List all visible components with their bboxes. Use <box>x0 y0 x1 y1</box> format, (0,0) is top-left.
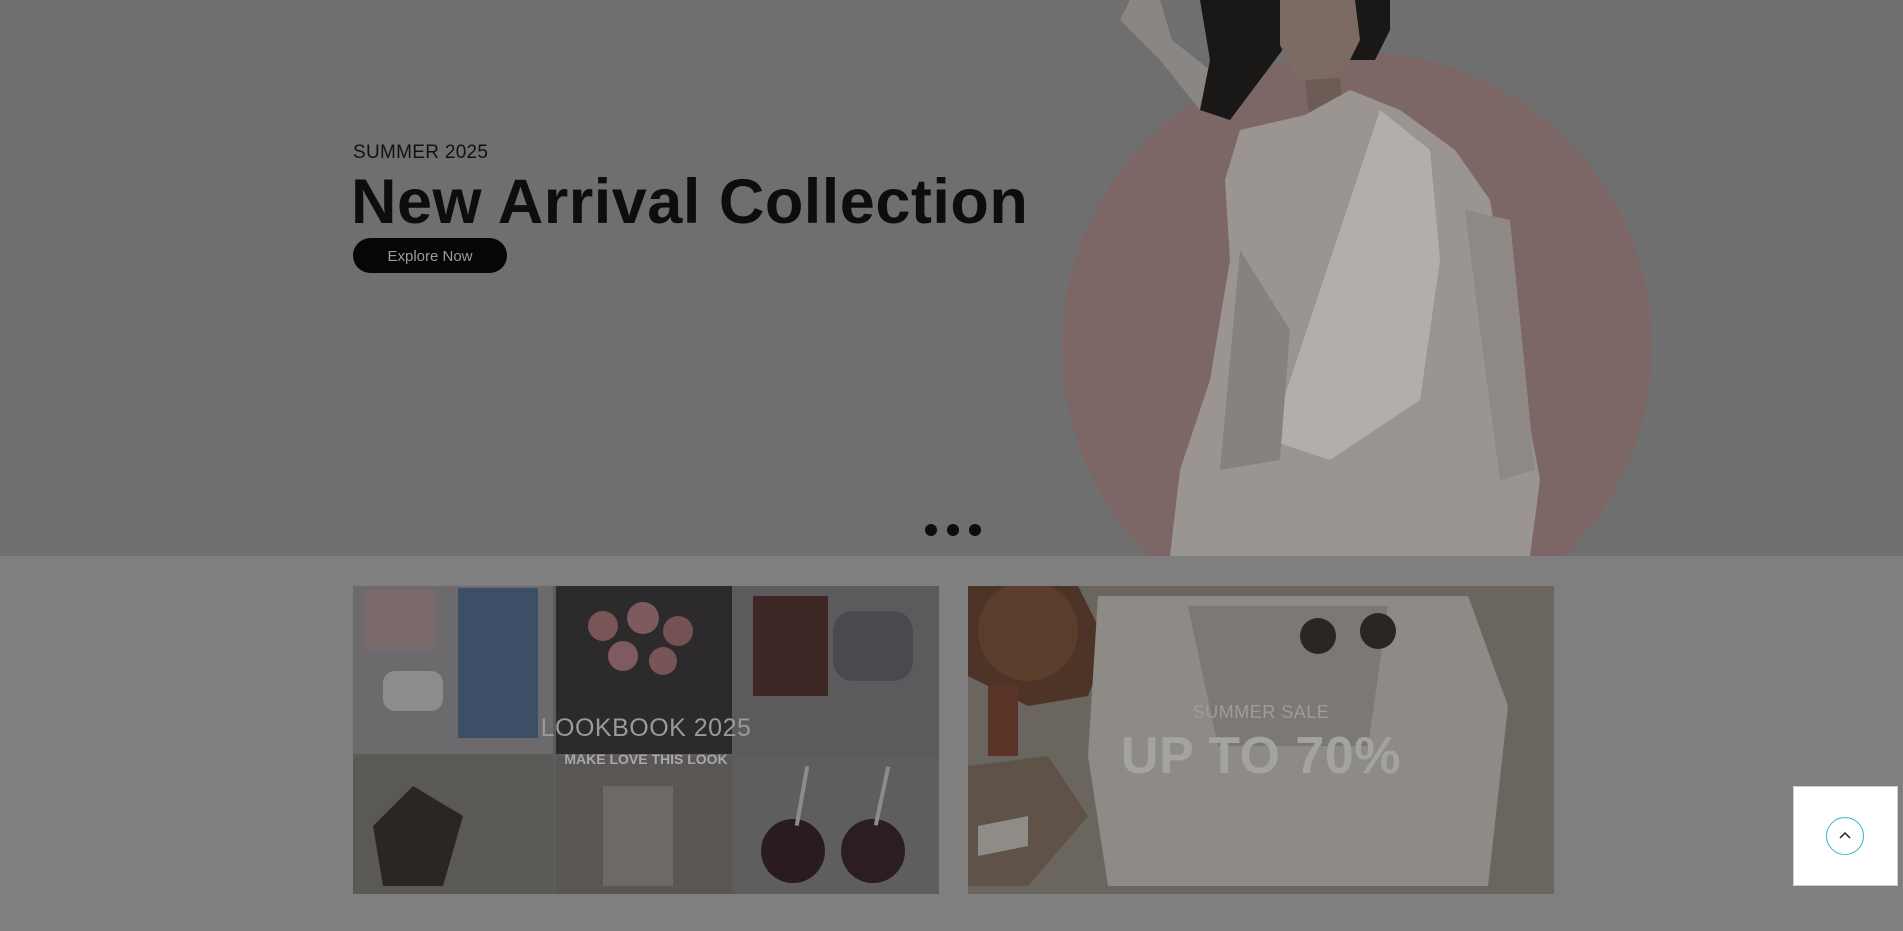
slider-dot-3[interactable] <box>969 524 981 536</box>
slider-pagination <box>925 524 981 536</box>
summer-sale-title: UP TO 70% <box>1120 727 1402 785</box>
chevron-up-icon <box>1839 831 1851 839</box>
hero-model-image <box>1120 0 1540 556</box>
lookbook-banner[interactable]: LOOKBOOK 2025 MAKE LOVE THIS LOOK <box>353 586 939 894</box>
scroll-to-top-button[interactable] <box>1826 817 1864 855</box>
slider-dot-2[interactable] <box>947 524 959 536</box>
summer-sale-subtitle: SUMMER SALE <box>1192 702 1330 722</box>
hero-subtitle: SUMMER 2025 <box>353 142 489 163</box>
summer-sale-banner[interactable]: SUMMER SALE UP TO 70% <box>968 586 1554 894</box>
hero-slider: SUMMER 2025 New Arrival Collection Explo… <box>0 0 1903 556</box>
lookbook-subtitle: MAKE LOVE THIS LOOK <box>564 751 728 767</box>
slider-dot-1[interactable] <box>925 524 937 536</box>
scroll-to-top-widget <box>1793 786 1898 886</box>
lookbook-title: LOOKBOOK 2025 <box>540 714 752 742</box>
explore-now-button[interactable]: Explore Now <box>353 238 507 273</box>
hero-title: New Arrival Collection <box>351 167 1029 237</box>
